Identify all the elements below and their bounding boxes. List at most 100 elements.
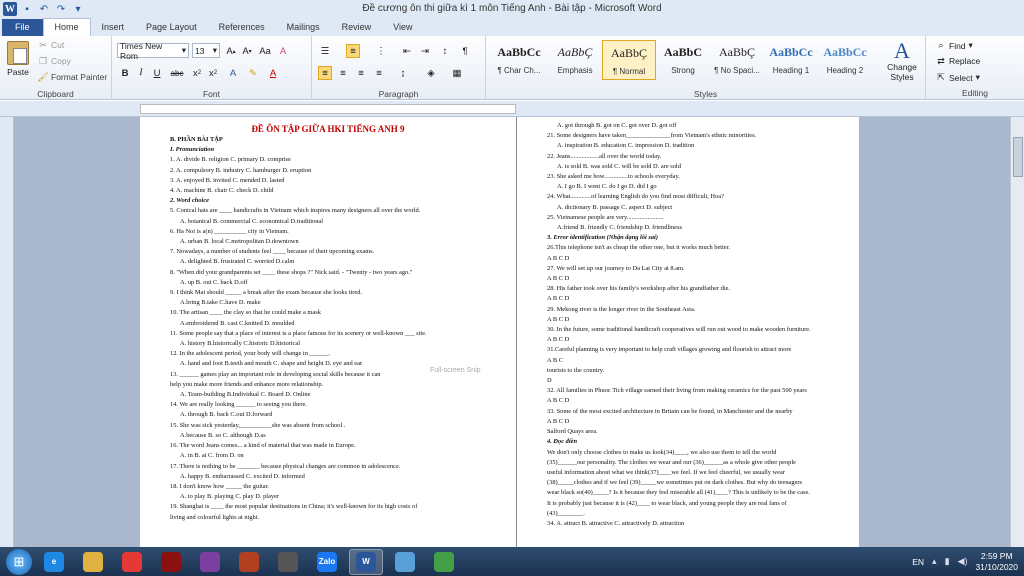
show-formatting-icon[interactable]: ¶	[458, 44, 472, 58]
multilevel-list-icon[interactable]: ⋮	[374, 44, 388, 58]
cut-button[interactable]: ✂ Cut	[38, 40, 64, 51]
undo-icon[interactable]: ↶	[37, 2, 51, 16]
tab-page-layout[interactable]: Page Layout	[135, 19, 208, 36]
highlight-icon[interactable]: ✎	[246, 66, 260, 80]
taskbar-app-explorer[interactable]	[76, 549, 110, 575]
italic-button[interactable]: I	[134, 66, 148, 80]
text-effects-icon[interactable]: A	[226, 66, 240, 80]
language-indicator[interactable]: EN	[912, 557, 924, 567]
select-button[interactable]: ⇱ Select ▾	[936, 72, 980, 83]
redo-icon[interactable]: ↷	[54, 2, 68, 16]
explorer-icon	[83, 551, 103, 572]
increase-indent-icon[interactable]: ⇥	[418, 44, 432, 58]
copy-button[interactable]: ❐ Copy	[38, 56, 71, 67]
shrink-font-icon[interactable]: A ▾	[240, 44, 254, 58]
document-line: I. Pronunciation	[170, 146, 215, 154]
tab-file[interactable]: File	[2, 19, 43, 36]
game2-icon	[239, 551, 259, 572]
grow-font-icon[interactable]: A ▴	[224, 44, 238, 58]
document-area[interactable]: ĐỀ ÔN TẬP GIỮA HKI TIẾNG ANH 9 B. PHẦN BÀ…	[0, 117, 1024, 547]
tab-review[interactable]: Review	[331, 19, 383, 36]
taskbar-app-winrar[interactable]	[193, 549, 227, 575]
horizontal-ruler[interactable]	[0, 101, 1024, 117]
tab-view[interactable]: View	[382, 19, 423, 36]
document-line: A. history B.historically C.historic D.h…	[180, 340, 300, 348]
document-line: 7. Nowadays, a number of students feel _…	[170, 248, 375, 256]
taskbar-app-zalo[interactable]: Zalo	[310, 549, 344, 575]
line-spacing-icon[interactable]: ↨	[396, 66, 410, 80]
align-left-icon[interactable]: ≡	[318, 66, 332, 80]
justify-icon[interactable]: ≡	[372, 66, 386, 80]
title-bar: W ▪ ↶ ↷ ▾ Đề cương ôn thi giữa kì 1 môn …	[0, 0, 1024, 18]
font-group-label: Font	[202, 89, 220, 99]
tray-arrow-icon[interactable]: ▴	[932, 556, 937, 567]
sort-icon[interactable]: ↕	[438, 44, 452, 58]
document-line: 21. Some designers have taken___________…	[547, 132, 757, 140]
cursor-icon: ⇱	[937, 72, 945, 82]
style-sample: AaBbCc	[497, 45, 541, 59]
taskbar-app-game2[interactable]	[232, 549, 266, 575]
style-strong[interactable]: AaBbC Strong	[656, 40, 710, 80]
document-line: 32. All families in Phuoc Tich village e…	[547, 387, 807, 395]
font-color-icon[interactable]: A	[266, 66, 280, 80]
taskbar-app-chrome2[interactable]	[427, 549, 461, 575]
document-line: 29. Mekong river is the longer river in …	[547, 305, 696, 313]
change-styles-label: Change Styles	[887, 62, 917, 82]
volume-icon[interactable]: ◀)	[958, 556, 968, 567]
taskbar-apps: e Zalo W	[32, 548, 461, 575]
document-line: A. urban B. local C.metropolitan D.downt…	[180, 238, 299, 246]
align-center-icon[interactable]: ≡	[336, 66, 350, 80]
clock[interactable]: 2:59 PM 31/10/2020	[975, 551, 1018, 573]
font-size-select[interactable]: 13 ▾	[192, 43, 220, 58]
subscript-icon[interactable]: x2	[190, 66, 204, 80]
tab-mailings[interactable]: Mailings	[276, 19, 331, 36]
style-emphasis[interactable]: AaBbÇ Emphasis	[548, 40, 602, 80]
taskbar-app-ie[interactable]: e	[37, 549, 71, 575]
find-button[interactable]: ⌕ Find ▾	[936, 40, 972, 51]
document-line: 22. Jeans..................all over the …	[547, 152, 662, 160]
style-heading-1[interactable]: AaBbCc Heading 1	[764, 40, 818, 80]
paste-button[interactable]: Paste	[4, 39, 32, 83]
document-page-2[interactable]: A. got through B. got on C. got over D. …	[517, 117, 859, 547]
style-no-spacing[interactable]: AaBbÇ ¶ No Spaci...	[710, 40, 764, 80]
taskbar-app-game[interactable]	[154, 549, 188, 575]
document-line: 17. There is nothing to be _______ becau…	[170, 462, 401, 470]
taskbar-app-word[interactable]: W	[349, 548, 383, 575]
tab-insert[interactable]: Insert	[91, 19, 136, 36]
shading-icon[interactable]: ◈	[424, 66, 438, 80]
vertical-scrollbar[interactable]	[1010, 117, 1024, 547]
align-right-icon[interactable]: ≡	[354, 66, 368, 80]
network-icon[interactable]: ▮	[945, 556, 950, 567]
font-name-select[interactable]: Times New Rom ▾	[117, 41, 189, 61]
document-line: A B C D	[547, 254, 570, 262]
tab-references[interactable]: References	[208, 19, 276, 36]
save-icon[interactable]: ▪	[20, 2, 34, 16]
format-painter-button[interactable]: 🖌 Format Painter	[37, 72, 107, 83]
taskbar-app-audio[interactable]	[271, 549, 305, 575]
tab-home[interactable]: Home	[42, 18, 91, 36]
document-page-1[interactable]: ĐỀ ÔN TẬP GIỮA HKI TIẾNG ANH 9 B. PHẦN BÀ…	[140, 117, 516, 547]
style-name: Emphasis	[557, 66, 593, 75]
change-styles-button[interactable]: A Change Styles	[880, 40, 924, 83]
borders-icon[interactable]: ▦	[450, 66, 464, 80]
style-normal[interactable]: AaBbÇ ¶ Normal	[602, 40, 656, 80]
style-heading-2[interactable]: AaBbCc Heading 2	[818, 40, 872, 80]
bold-button[interactable]: B	[118, 66, 132, 80]
customize-icon[interactable]: ▾	[71, 2, 85, 16]
decrease-indent-icon[interactable]: ⇤	[400, 44, 414, 58]
numbering-icon[interactable]: ≡	[346, 44, 360, 58]
taskbar-app-chrome[interactable]	[115, 549, 149, 575]
start-button[interactable]: ⊞	[6, 548, 32, 575]
taskbar-app-paint[interactable]	[388, 549, 422, 575]
clear-format-icon[interactable]: A	[276, 44, 290, 58]
superscript-icon[interactable]: x2	[206, 66, 220, 80]
document-line: A. through B. back C.out D.forward	[180, 411, 273, 419]
strikethrough-button[interactable]: abc	[168, 66, 186, 80]
bullets-icon[interactable]: ☰	[318, 44, 332, 58]
replace-button[interactable]: ⇄ Replace	[936, 56, 980, 67]
style-char-ch[interactable]: AaBbCc ¶ Char Ch...	[492, 40, 546, 80]
change-case-icon[interactable]: Aa	[258, 44, 272, 58]
underline-button[interactable]: U	[150, 66, 164, 80]
scroll-thumb[interactable]	[1013, 137, 1023, 177]
word-logo-icon[interactable]: W	[3, 2, 17, 16]
